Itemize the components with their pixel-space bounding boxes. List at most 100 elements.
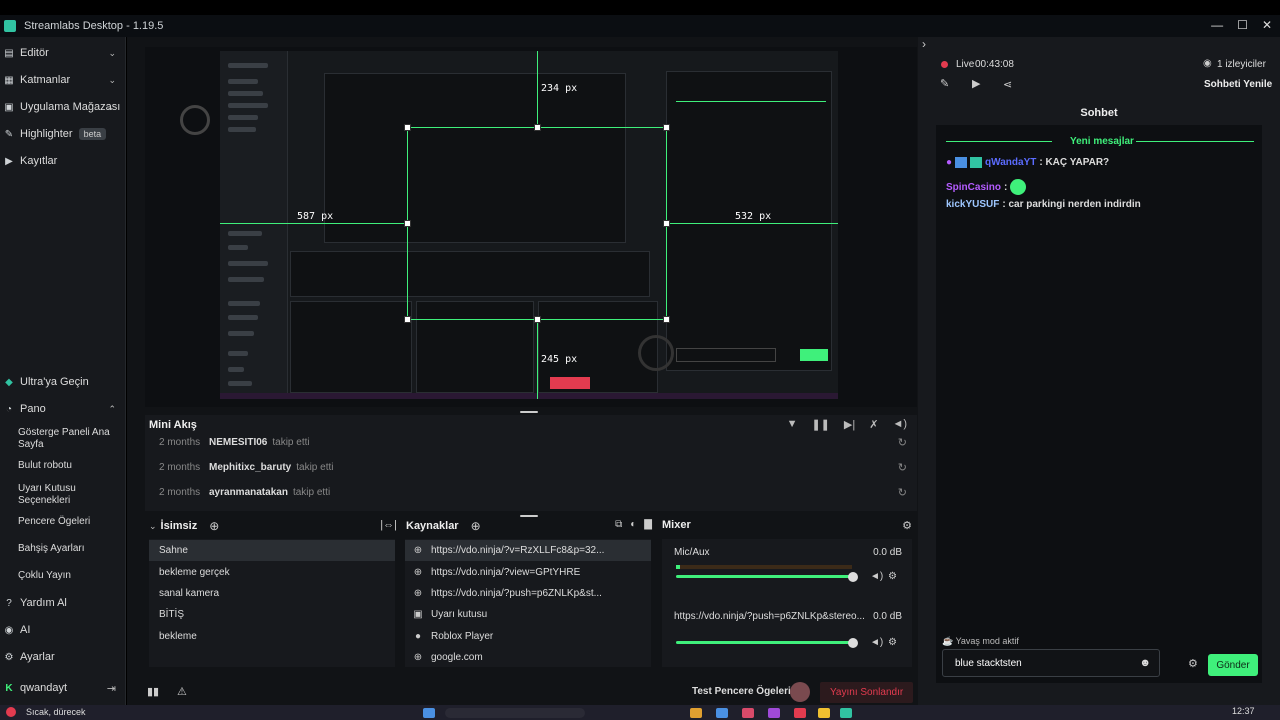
volume-slider-knob[interactable]: [848, 572, 858, 582]
replay-icon[interactable]: ↻: [898, 436, 907, 449]
scene-item[interactable]: bekleme: [149, 626, 395, 647]
resize-handle[interactable]: [663, 316, 670, 323]
chat-username[interactable]: kickYUSUF: [946, 199, 999, 210]
sidebar-item-store[interactable]: ▣ Uygulama Mağazası ⌄: [0, 95, 126, 119]
taskbar-app-icon[interactable]: [742, 708, 754, 718]
scene-transitions-icon[interactable]: |⇔|: [380, 519, 397, 531]
resize-handle[interactable]: [663, 124, 670, 131]
add-source-icon[interactable]: ⊕: [471, 519, 481, 533]
sidebar-item-help[interactable]: ? Yardım Al: [0, 591, 126, 615]
sidebar-item-layers[interactable]: ▦ Katmanlar ⌄: [0, 68, 126, 92]
source-item[interactable]: ⊕ https://vdo.ninja/?view=GPtYHRE: [405, 562, 651, 583]
gear-icon[interactable]: ⚙: [888, 637, 897, 648]
chat-username[interactable]: qWandaYT: [985, 157, 1036, 168]
taskbar-app-icon[interactable]: [690, 708, 702, 718]
edit-stream-icon[interactable]: ✎: [940, 77, 949, 90]
resize-handle[interactable]: [404, 316, 411, 323]
scene-item[interactable]: sanal kamera: [149, 583, 395, 604]
sidebar-item-ai[interactable]: ◉ AI: [0, 618, 126, 642]
add-scene-icon[interactable]: ⊕: [209, 519, 219, 533]
source-item[interactable]: ● Roblox Player: [405, 626, 651, 647]
sidebar-item-dashboard[interactable]: ◔ Pano ⌃: [0, 397, 126, 421]
sidebar-sub-cloudbot[interactable]: Bulut robotu: [18, 460, 118, 472]
resize-handle[interactable]: [534, 316, 541, 323]
chat-settings-icon[interactable]: ⚙: [1188, 657, 1198, 670]
source-item[interactable]: ▣ Uyarı kutusu: [405, 604, 651, 625]
scene-item[interactable]: bekleme gerçek: [149, 562, 395, 583]
resize-handle[interactable]: [404, 220, 411, 227]
emoji-icon[interactable]: ☻: [1139, 657, 1151, 669]
chat-input[interactable]: blue stacktsten ☻: [942, 649, 1160, 677]
sidebar-item-settings[interactable]: ⚙ Ayarlar: [0, 645, 126, 669]
mute-alerts-icon[interactable]: ✗: [869, 418, 878, 431]
pause-icon[interactable]: ❚❚: [811, 418, 829, 431]
resize-handle[interactable]: [663, 220, 670, 227]
end-stream-button[interactable]: Yayını Sonlandır: [820, 682, 914, 703]
live-status: Live: [956, 59, 975, 70]
sidebar-item-ultra[interactable]: ◆ Ultra'ya Geçin: [0, 370, 126, 394]
gear-icon[interactable]: ⚙: [902, 519, 912, 532]
maximize-button[interactable]: ☐: [1237, 18, 1248, 32]
source-filter-icon[interactable]: ◐: [630, 519, 636, 530]
volume-slider[interactable]: [676, 575, 852, 578]
alert-icon[interactable]: ⚠: [177, 685, 187, 698]
performance-icon[interactable]: ▮▮: [147, 685, 159, 698]
camera-icon[interactable]: ▶: [972, 77, 980, 90]
windows-start-icon[interactable]: [423, 708, 435, 718]
minimize-button[interactable]: —: [1211, 18, 1223, 32]
chat-message: ● qWandaYT: KAÇ YAPAR?: [946, 157, 1109, 168]
source-folder-icon[interactable]: ▇: [644, 519, 652, 530]
search-box[interactable]: [445, 708, 585, 718]
sidebar-sub-tips[interactable]: Bahşiş Ayarları: [18, 543, 118, 555]
chevron-down-icon[interactable]: ⌄: [149, 521, 157, 532]
taskbar-app-icon[interactable]: [716, 708, 728, 718]
volume-slider-knob[interactable]: [848, 638, 858, 648]
speaker-icon[interactable]: ◄): [870, 637, 883, 648]
skip-icon[interactable]: ▶|: [844, 418, 855, 431]
scene-item[interactable]: Sahne: [149, 540, 395, 561]
sidebar-item-recordings[interactable]: ▶ Kayıtlar: [0, 149, 126, 173]
resize-handle[interactable]: [404, 124, 411, 131]
record-button[interactable]: [790, 682, 810, 702]
activity-time: 2 months: [159, 486, 201, 498]
filter-icon[interactable]: ▼: [787, 418, 798, 431]
sidebar-sub-widgets[interactable]: Pencere Ögeleri: [18, 516, 118, 528]
replay-icon[interactable]: ↻: [898, 486, 907, 499]
source-item[interactable]: ⊕ google.com: [405, 647, 651, 668]
activity-time: 2 months: [159, 461, 201, 473]
taskbar-app-icon[interactable]: [794, 708, 806, 718]
taskbar-app-icon[interactable]: [818, 708, 830, 718]
sidebar-sub-multistream[interactable]: Çoklu Yayın: [18, 570, 118, 582]
source-item[interactable]: ⊕ https://vdo.ninja/?v=RzXLLFc8&p=32...: [405, 540, 651, 561]
stream-preview[interactable]: 234 px 587 px 532 px 245 px: [145, 47, 917, 407]
sidebar-sub-alertbox[interactable]: Uyarı Kutusu Seçenekleri: [18, 483, 118, 507]
resize-handle[interactable]: [534, 124, 541, 131]
scene-item[interactable]: BİTİŞ: [149, 604, 395, 625]
taskbar-app-icon[interactable]: [768, 708, 780, 718]
gear-icon[interactable]: ⚙: [888, 571, 897, 582]
sidebar-sub-dashboard-home[interactable]: Gösterge Paneli Ana Sayfa: [18, 427, 118, 451]
sidebar-item-highlighter[interactable]: ✎ Highlighter beta: [0, 122, 126, 146]
speaker-icon[interactable]: ◄): [870, 571, 883, 582]
send-button[interactable]: Gönder: [1208, 654, 1258, 676]
source-group-icon[interactable]: ⧉: [615, 519, 622, 530]
close-button[interactable]: ✕: [1262, 18, 1272, 32]
logout-icon[interactable]: ⇥: [107, 682, 116, 695]
test-widgets-label[interactable]: Test Pencere Ögeleri: [692, 686, 791, 697]
chevron-down-icon: ⌄: [108, 47, 116, 58]
refresh-chat-button[interactable]: Sohbeti Yenile: [1204, 79, 1272, 90]
panel-resize-handle[interactable]: [520, 411, 538, 413]
kick-logo-icon: K: [5, 682, 13, 694]
weather-text[interactable]: Sıcak, dürecek: [26, 707, 86, 717]
chevron-right-icon[interactable]: ›: [922, 37, 926, 51]
chat-username[interactable]: SpinCasino: [946, 182, 1001, 193]
volume-slider[interactable]: [676, 641, 852, 644]
streamlabs-taskbar-icon[interactable]: [840, 708, 852, 718]
scene-collection-title[interactable]: İsimsiz: [161, 520, 198, 532]
share-icon[interactable]: ⋖: [1003, 78, 1012, 91]
sidebar-item-editor[interactable]: ▤ Editör ⌄: [0, 41, 126, 65]
sidebar-item-user[interactable]: K qwandayt ⇥: [0, 676, 126, 700]
volume-icon[interactable]: ◄): [892, 418, 907, 431]
replay-icon[interactable]: ↻: [898, 461, 907, 474]
source-item[interactable]: ⊕ https://vdo.ninja/?push=p6ZNLKp&st...: [405, 583, 651, 604]
